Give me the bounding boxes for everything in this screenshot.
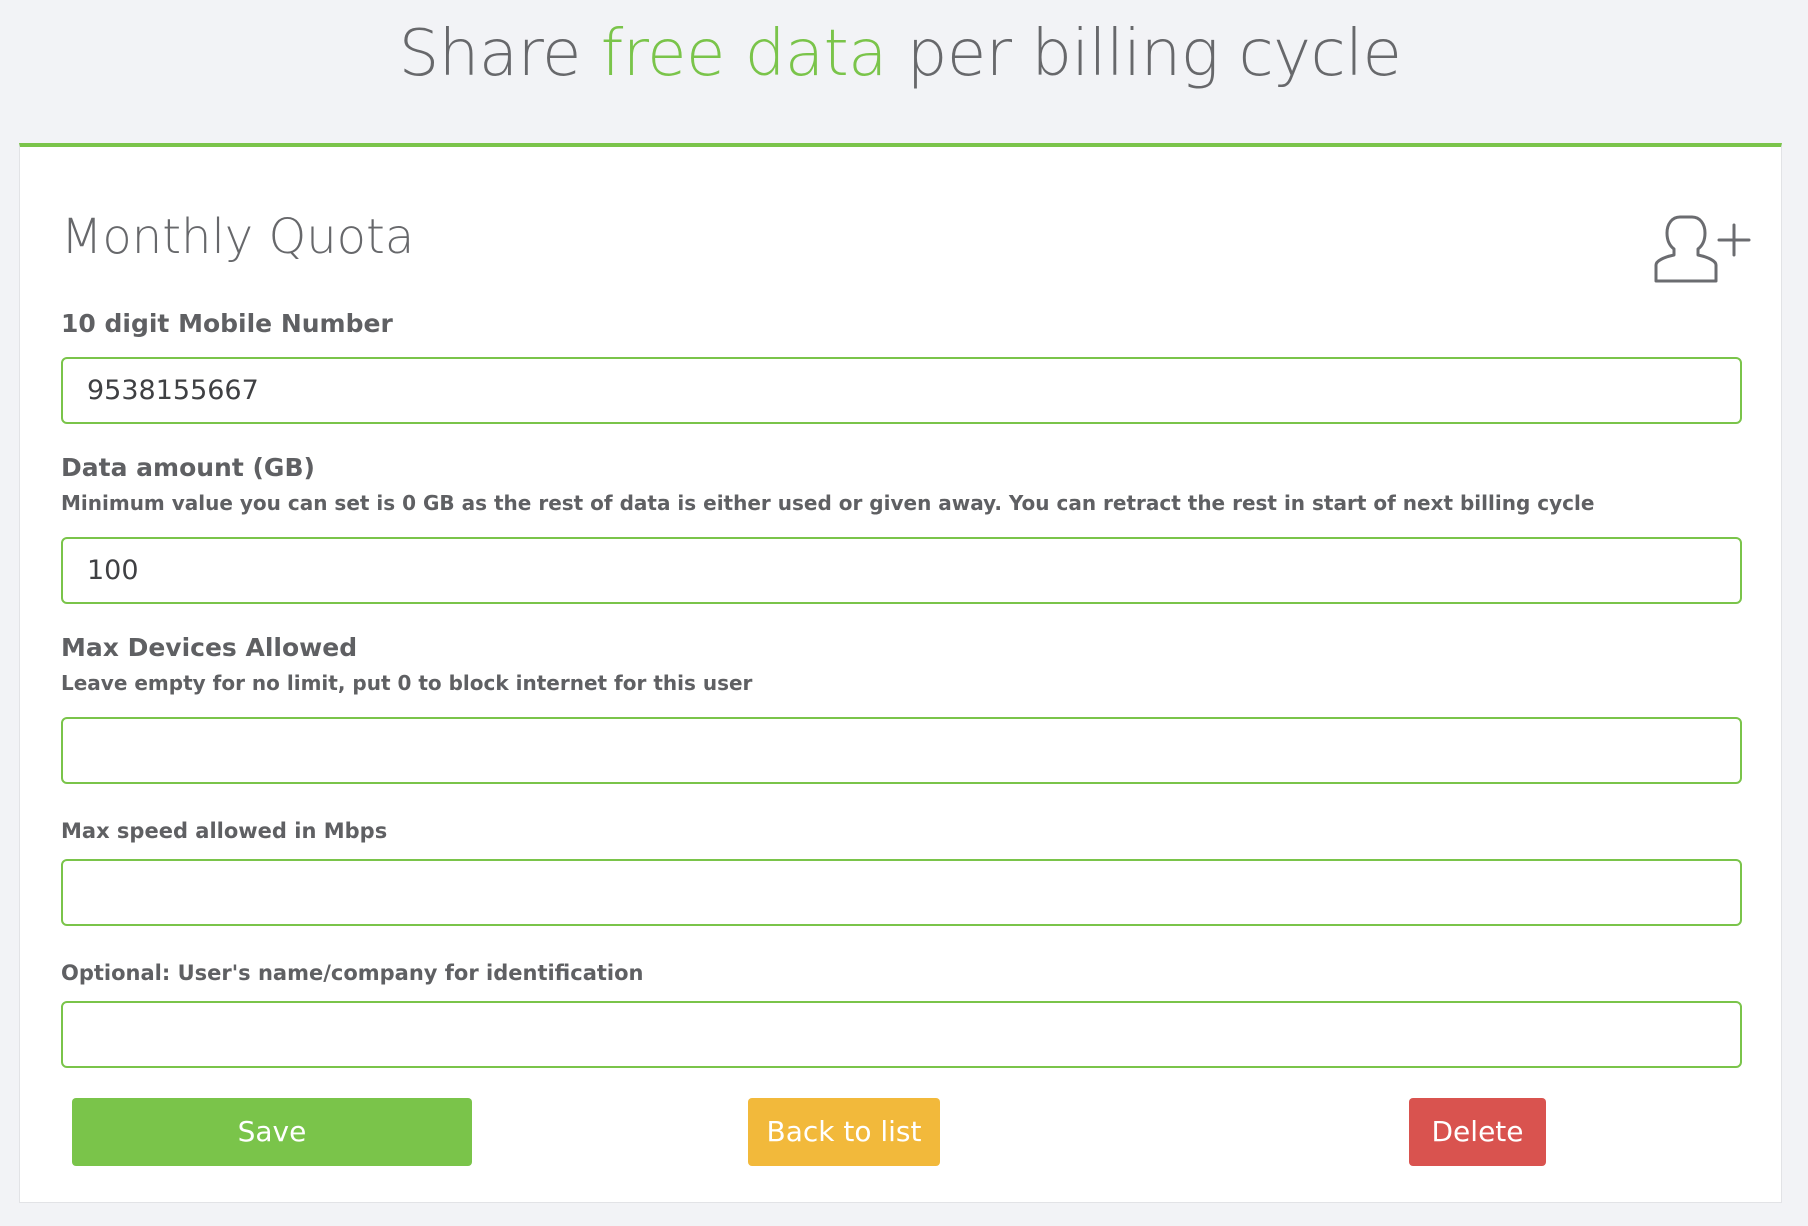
card-title: Monthly Quota	[61, 209, 415, 265]
mobile-number-label: 10 digit Mobile Number	[61, 309, 393, 338]
title-part-2: per billing cycle	[886, 17, 1402, 91]
max-speed-label: Max speed allowed in Mbps	[61, 819, 388, 843]
user-name-input[interactable]	[61, 1001, 1742, 1068]
quota-form-card: Monthly Quota 10 digit Mobile Number Dat…	[19, 143, 1782, 1203]
max-devices-label: Max Devices Allowed	[61, 633, 358, 662]
title-accent: free data	[600, 17, 888, 91]
max-devices-help: Leave empty for no limit, put 0 to block…	[61, 671, 753, 695]
max-speed-input[interactable]	[61, 859, 1742, 926]
data-amount-label: Data amount (GB)	[61, 453, 315, 482]
mobile-number-input[interactable]	[61, 357, 1742, 424]
back-to-list-button[interactable]: Back to list	[748, 1098, 940, 1166]
data-amount-input[interactable]	[61, 537, 1742, 604]
save-button[interactable]: Save	[72, 1098, 472, 1166]
page-title: Share free data per billing cycle	[0, 14, 1800, 94]
title-part-1: Share	[398, 17, 601, 91]
add-user-icon[interactable]	[1652, 209, 1764, 289]
user-name-label: Optional: User's name/company for identi…	[61, 961, 644, 985]
data-amount-help: Minimum value you can set is 0 GB as the…	[61, 491, 1595, 515]
delete-button[interactable]: Delete	[1409, 1098, 1546, 1166]
max-devices-input[interactable]	[61, 717, 1742, 784]
